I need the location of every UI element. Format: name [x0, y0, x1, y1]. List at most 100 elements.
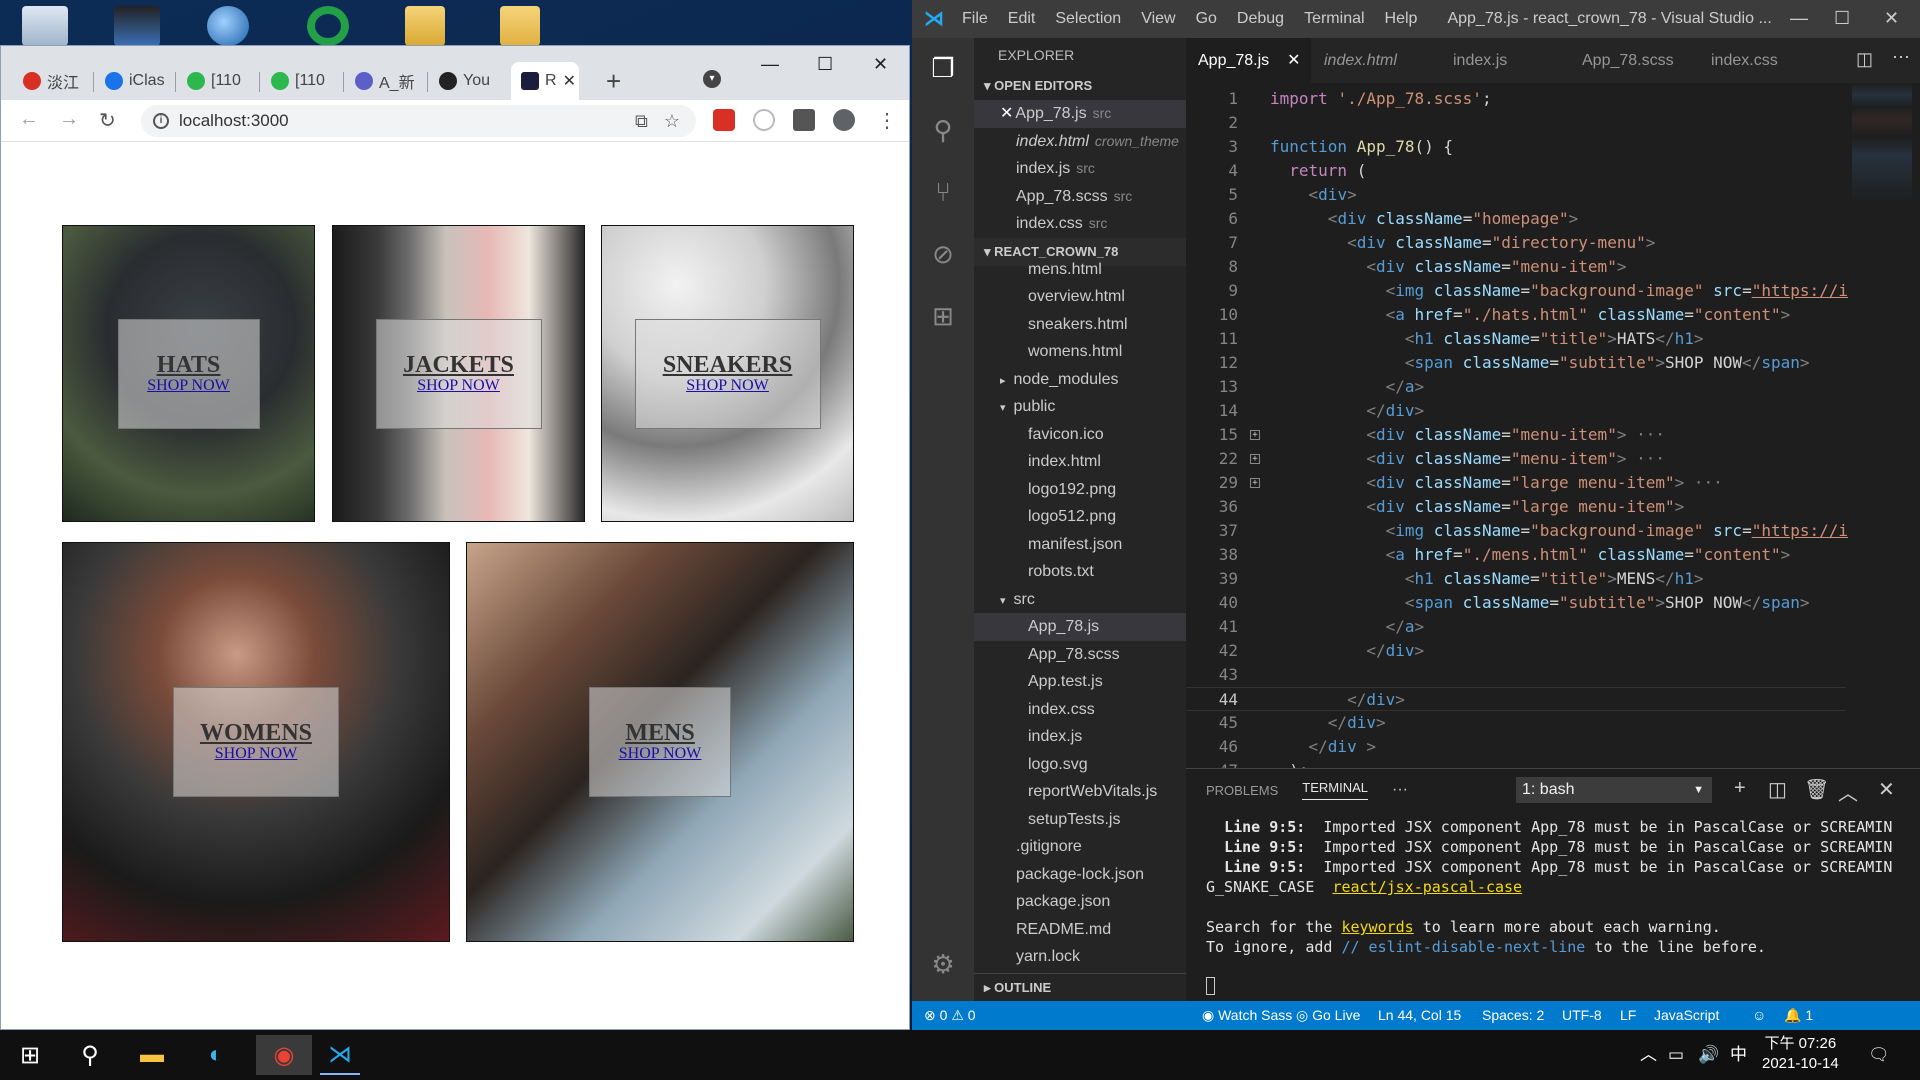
search-icon[interactable]: ⚲	[70, 1035, 110, 1075]
code-line[interactable]: 36 <div className="large menu-item">	[1186, 495, 1846, 519]
file-tree-item[interactable]: ▾ public	[974, 393, 1186, 421]
subtitle-link[interactable]: SHOP NOW	[215, 745, 298, 763]
extensions-puzzle-icon[interactable]	[793, 109, 815, 131]
file-tree-item[interactable]: index.html	[974, 448, 1186, 476]
minimize-icon[interactable]: —	[761, 54, 779, 75]
content-box[interactable]: HATS SHOP NOW	[117, 318, 260, 429]
menu-item-jackets[interactable]: JACKETS SHOP NOW	[332, 225, 585, 522]
close-icon[interactable]: ✕	[1000, 105, 1013, 122]
file-tree-item[interactable]: ▸ node_modules	[974, 366, 1186, 394]
extension-circle-icon[interactable]	[753, 109, 775, 131]
code-line[interactable]: 45 </div>	[1186, 711, 1846, 735]
edge-icon[interactable]: ◐	[196, 1035, 236, 1075]
open-editor-item[interactable]: App_78.scss src	[974, 183, 1186, 211]
code-line[interactable]: 14 </div>	[1186, 399, 1846, 423]
new-terminal-icon[interactable]: +	[1734, 777, 1746, 800]
file-tree-item[interactable]: reportWebVitals.js	[974, 778, 1186, 806]
content-box[interactable]: MENS SHOP NOW	[589, 687, 731, 797]
tab-problems[interactable]: PROBLEMS	[1206, 783, 1278, 798]
split-editor-icon[interactable]: ◫	[1856, 49, 1873, 70]
start-icon[interactable]: ⊞	[10, 1035, 50, 1075]
code-line[interactable]: 29 + <div className="large menu-item"> ··…	[1186, 471, 1846, 495]
panel-more-icon[interactable]: ···	[1392, 781, 1408, 799]
code-line[interactable]: 10 <a href="./hats.html" className="cont…	[1186, 303, 1846, 327]
code-line[interactable]: 7 <div className="directory-menu">	[1186, 231, 1846, 255]
close-panel-icon[interactable]: ✕	[1878, 777, 1895, 802]
file-tree-item[interactable]: App.test.js	[974, 668, 1186, 696]
fold-expand-icon[interactable]: +	[1250, 430, 1260, 440]
code-line[interactable]: 2	[1186, 111, 1846, 135]
explorer-icon[interactable]: ❐	[927, 52, 959, 84]
network-icon[interactable]: ▭	[1668, 1030, 1684, 1080]
code-line[interactable]: 8 <div className="menu-item">	[1186, 255, 1846, 279]
zip-folder-icon[interactable]	[405, 6, 445, 46]
file-tree-item[interactable]: index.css	[974, 696, 1186, 724]
chrome-icon[interactable]: ◉	[256, 1035, 312, 1075]
code-line[interactable]: 1 import './App_78.scss';	[1186, 87, 1846, 111]
file-tree-item[interactable]: robots.txt	[974, 558, 1186, 586]
encoding[interactable]: UTF-8	[1562, 1001, 1602, 1030]
browser-tab-active[interactable]: R ✕	[511, 62, 579, 100]
editor-tab[interactable]: index.html	[1312, 38, 1440, 83]
file-tree-item[interactable]: sneakers.html	[974, 311, 1186, 339]
code-line[interactable]: 42 </div>	[1186, 639, 1846, 663]
file-tree-item[interactable]: logo.svg	[974, 751, 1186, 779]
menu-terminal[interactable]: Terminal	[1304, 10, 1364, 28]
code-line[interactable]: 37 <img className="background-image" src…	[1186, 519, 1848, 543]
fold-expand-icon[interactable]: +	[1250, 454, 1260, 464]
close-window-icon[interactable]: ✕	[873, 54, 888, 75]
file-tree-item[interactable]: package.json	[974, 888, 1186, 916]
watch-sass-button[interactable]: ◉ Watch Sass	[1202, 1001, 1292, 1030]
code-line[interactable]: 46 </div >	[1186, 735, 1846, 759]
file-tree-item[interactable]: logo192.png	[974, 476, 1186, 504]
subtitle-link[interactable]: SHOP NOW	[417, 377, 500, 395]
editor-tab[interactable]: index.css	[1699, 38, 1799, 83]
tab-search-icon[interactable]: ▾	[703, 70, 721, 88]
code-line[interactable]: 5 <div>	[1186, 183, 1846, 207]
code-line[interactable]: 43	[1186, 663, 1846, 687]
terminal-output[interactable]: Line 9:5: Imported JSX component App_78 …	[1206, 817, 1892, 1000]
menu-help[interactable]: Help	[1385, 10, 1418, 28]
subtitle-link[interactable]: SHOP NOW	[686, 377, 769, 395]
file-tree-item[interactable]: setupTests.js	[974, 806, 1186, 834]
menu-edit[interactable]: Edit	[1008, 10, 1036, 28]
code-line[interactable]: 40 <span className="subtitle">SHOP NOW</…	[1186, 591, 1846, 615]
browser-tab[interactable]: A_新	[345, 62, 425, 100]
globe-app-icon[interactable]	[207, 6, 249, 46]
rule-link[interactable]: react/jsx-pascal-case	[1332, 878, 1522, 896]
vscode-icon[interactable]: ⋊	[320, 1035, 360, 1075]
terminal-select[interactable]: 1: bash ▼	[1516, 777, 1712, 803]
code-line[interactable]: 44 </div>	[1186, 687, 1846, 711]
editor-tab-active[interactable]: App_78.js ✕	[1186, 38, 1311, 83]
minimap[interactable]	[1852, 83, 1912, 203]
maximize-icon[interactable]: ☐	[817, 54, 833, 75]
browser-tab[interactable]: [110	[177, 62, 257, 100]
code-line[interactable]: 38 <a href="./mens.html" className="cont…	[1186, 543, 1846, 567]
file-tree-item[interactable]: mens.html	[974, 256, 1186, 284]
source-control-icon[interactable]: ⑂	[927, 176, 959, 208]
browser-tab[interactable]: 淡江	[13, 62, 93, 100]
more-actions-icon[interactable]: ⋯	[1892, 47, 1910, 68]
close-tab-icon[interactable]: ✕	[1287, 52, 1300, 69]
extension-red-icon[interactable]	[713, 109, 735, 131]
close-tab-icon[interactable]: ✕	[563, 71, 576, 91]
open-editor-item[interactable]: index.css src	[974, 210, 1186, 238]
extensions-icon[interactable]: ⊞	[927, 300, 959, 332]
show-hidden-icons[interactable]: ︿	[1640, 1030, 1657, 1080]
eol[interactable]: LF	[1620, 1001, 1636, 1030]
file-explorer-icon[interactable]: ▬	[132, 1035, 172, 1075]
content-box[interactable]: JACKETS SHOP NOW	[375, 318, 542, 429]
debug-icon[interactable]: ⊘	[927, 238, 959, 270]
file-tree-item[interactable]: App_78.scss	[974, 641, 1186, 669]
code-line[interactable]: 13 </a>	[1186, 375, 1846, 399]
open-editors-section[interactable]: ▾ OPEN EDITORS	[974, 72, 1186, 100]
back-icon[interactable]: ←	[19, 108, 39, 131]
split-terminal-icon[interactable]: ◫	[1768, 777, 1787, 802]
code-editor[interactable]: 1 import './App_78.scss'; 2 3 function App_7…	[1186, 83, 1920, 780]
code-line[interactable]: 41 </a>	[1186, 615, 1846, 639]
site-info-icon[interactable]: i	[153, 113, 169, 129]
indentation[interactable]: Spaces: 2	[1482, 1001, 1544, 1030]
ime-indicator[interactable]: 中	[1730, 1030, 1747, 1080]
code-line[interactable]: 6 <div className="homepage">	[1186, 207, 1846, 231]
editor-tab[interactable]: App_78.scss	[1570, 38, 1698, 83]
